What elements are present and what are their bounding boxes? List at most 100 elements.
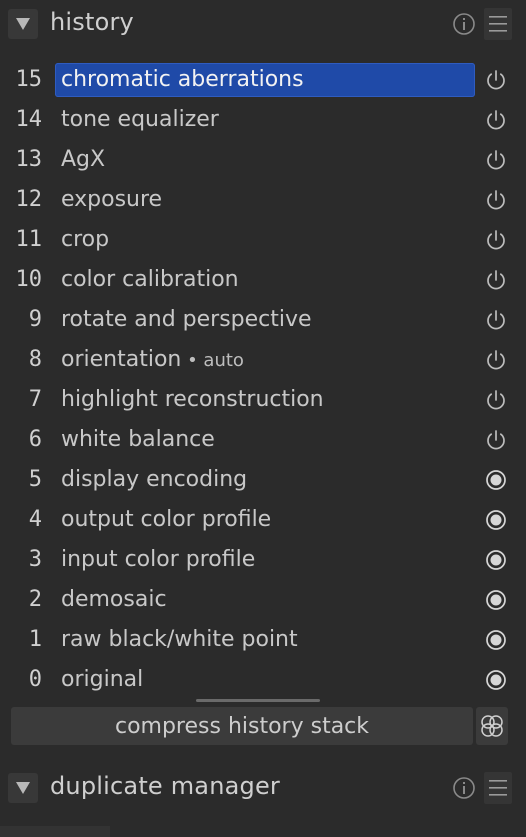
history-item-module-name: display encoding: [61, 467, 248, 492]
history-item-label: raw black/white point: [61, 627, 298, 652]
list-resize-handle[interactable]: [196, 699, 320, 702]
always-on-icon: [484, 628, 508, 652]
history-item-number: 10: [15, 267, 43, 292]
power-icon: [484, 428, 508, 452]
history-item-label: color calibration: [61, 267, 239, 292]
history-item-label: demosaic: [61, 587, 167, 612]
history-item-number: 3: [28, 547, 42, 572]
history-item-number: 5: [28, 467, 42, 492]
collapse-triangle-icon[interactable]: [8, 773, 38, 803]
info-icon[interactable]: [452, 12, 476, 36]
history-item-14[interactable]: 14 tone equalizer: [0, 102, 526, 142]
history-item-module-name: output color profile: [61, 507, 272, 532]
history-item-number: 6: [28, 427, 42, 452]
history-item-label-box[interactable]: color calibration: [55, 263, 475, 297]
history-item-9[interactable]: 9 rotate and perspective: [0, 302, 526, 342]
history-item-label-box[interactable]: output color profile: [55, 503, 475, 537]
history-item-number: 8: [28, 347, 42, 372]
compress-history-label: compress history stack: [114, 714, 370, 739]
history-item-number: 15: [15, 67, 43, 92]
presets-menu-icon[interactable]: [484, 8, 512, 40]
history-item-multi-instance-name: • auto: [181, 350, 244, 371]
history-item-number: 2: [28, 587, 42, 612]
history-item-module-name: rotate and perspective: [61, 307, 312, 332]
history-item-2[interactable]: 2 demosaic: [0, 582, 526, 622]
history-item-label: input color profile: [61, 547, 255, 572]
history-item-label-box[interactable]: crop: [55, 223, 475, 257]
history-header[interactable]: history: [0, 0, 526, 48]
history-item-label: rotate and perspective: [61, 307, 312, 332]
history-item-module-name: white balance: [61, 427, 215, 452]
history-item-module-name: exposure: [61, 187, 163, 212]
history-item-label-box[interactable]: original: [55, 663, 475, 697]
always-on-icon: [484, 468, 508, 492]
history-item-6[interactable]: 6 white balance: [0, 422, 526, 462]
next-module-header-edge: [0, 826, 110, 837]
history-item-label-box[interactable]: highlight reconstruction: [55, 383, 475, 417]
history-item-label: crop: [61, 227, 109, 252]
power-icon: [484, 388, 508, 412]
history-item-1[interactable]: 1 raw black/white point: [0, 622, 526, 662]
history-item-module-name: color calibration: [61, 267, 239, 292]
compress-history-button[interactable]: compress history stack: [11, 707, 473, 745]
history-item-number: 14: [15, 107, 43, 132]
presets-menu-icon[interactable]: [484, 772, 512, 804]
history-item-label: orientation • auto: [61, 347, 244, 372]
history-item-module-name: orientation: [61, 347, 182, 372]
history-item-8[interactable]: 8 orientation • auto: [0, 342, 526, 382]
history-item-label-box[interactable]: input color profile: [55, 543, 475, 577]
history-item-module-name: demosaic: [61, 587, 167, 612]
history-item-module-name: original: [61, 667, 144, 692]
history-item-module-name: input color profile: [61, 547, 256, 572]
history-item-label: tone equalizer: [61, 107, 219, 132]
history-item-12[interactable]: 12 exposure: [0, 182, 526, 222]
history-item-number: 12: [15, 187, 43, 212]
history-item-label-box[interactable]: orientation • auto: [55, 343, 475, 377]
history-item-13[interactable]: 13 AgX: [0, 142, 526, 182]
history-item-label: original: [61, 667, 143, 692]
history-item-label-box[interactable]: exposure: [55, 183, 475, 217]
always-on-icon: [484, 588, 508, 612]
always-on-icon: [484, 508, 508, 532]
power-icon: [484, 308, 508, 332]
history-item-11[interactable]: 11 crop: [0, 222, 526, 262]
info-icon[interactable]: [452, 776, 476, 800]
history-item-4[interactable]: 4 output color profile: [0, 502, 526, 542]
history-item-15[interactable]: 15 chromatic aberrations: [0, 62, 526, 102]
history-item-label-box[interactable]: display encoding: [55, 463, 475, 497]
history-item-number: 1: [28, 627, 42, 652]
history-item-label: chromatic aberrations: [61, 67, 304, 92]
history-item-label-box[interactable]: rotate and perspective: [55, 303, 475, 337]
history-item-number: 11: [15, 227, 43, 252]
history-item-label-box[interactable]: white balance: [55, 423, 475, 457]
history-item-number: 9: [28, 307, 42, 332]
history-item-label-box[interactable]: chromatic aberrations: [55, 63, 475, 97]
history-item-label-box[interactable]: AgX: [55, 143, 475, 177]
power-icon: [484, 348, 508, 372]
history-item-3[interactable]: 3 input color profile: [0, 542, 526, 582]
history-item-label-box[interactable]: demosaic: [55, 583, 475, 617]
power-icon: [484, 108, 508, 132]
history-item-label: display encoding: [61, 467, 247, 492]
history-item-number: 0: [28, 667, 42, 692]
history-item-module-name: chromatic aberrations: [61, 67, 304, 92]
always-on-icon: [484, 548, 508, 572]
history-item-label-box[interactable]: tone equalizer: [55, 103, 475, 137]
duplicate-manager-header[interactable]: duplicate manager: [0, 764, 526, 812]
history-item-number: 4: [28, 507, 42, 532]
history-item-10[interactable]: 10 color calibration: [0, 262, 526, 302]
power-icon: [484, 188, 508, 212]
history-item-label: highlight reconstruction: [61, 387, 324, 412]
create-style-button[interactable]: [476, 707, 508, 745]
history-item-0[interactable]: 0 original: [0, 662, 526, 702]
history-item-label: white balance: [61, 427, 215, 452]
power-icon: [484, 228, 508, 252]
history-item-label: AgX: [61, 147, 105, 172]
power-icon: [484, 148, 508, 172]
history-item-5[interactable]: 5 display encoding: [0, 462, 526, 502]
history-item-7[interactable]: 7 highlight reconstruction: [0, 382, 526, 422]
history-item-label-box[interactable]: raw black/white point: [55, 623, 475, 657]
history-item-number: 13: [15, 147, 43, 172]
collapse-triangle-icon[interactable]: [8, 9, 38, 39]
history-title: history: [50, 8, 134, 36]
